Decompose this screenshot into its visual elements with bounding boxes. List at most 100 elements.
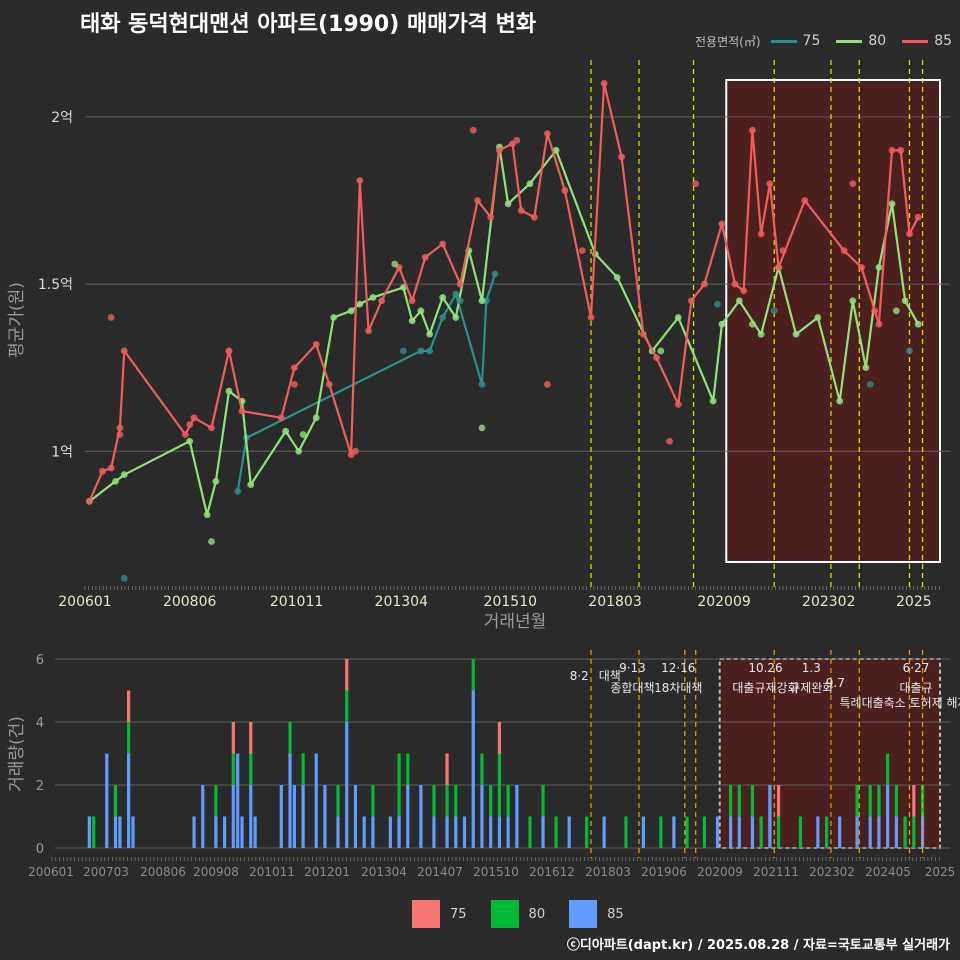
volume-bar — [750, 816, 755, 848]
volume-bar — [554, 816, 558, 848]
volume-bar — [201, 785, 205, 848]
volume-bar — [113, 785, 118, 817]
volume-bar — [737, 816, 741, 848]
volume-bar — [685, 816, 689, 848]
volume-bar — [776, 785, 781, 817]
series-point-85 — [639, 330, 647, 338]
volume-bar — [249, 722, 253, 754]
series-point-85 — [208, 424, 215, 432]
highlight-region — [725, 79, 941, 563]
series-point-85 — [561, 187, 569, 194]
series-point-80 — [914, 320, 922, 328]
volume-x-tick-label: 201803 — [585, 865, 631, 879]
volume-bar — [127, 753, 131, 848]
x-tick-label: 200601 — [58, 594, 111, 610]
volume-x-tick-label: 201612 — [529, 865, 575, 879]
annotation-date: 6·27 — [903, 661, 930, 675]
volume-bar — [214, 785, 218, 817]
volume-y-tick-label: 2 — [36, 779, 44, 794]
annotation-label: 대출규 — [899, 681, 932, 695]
series-point-80 — [112, 477, 119, 485]
series-point-80 — [862, 364, 870, 372]
series-point-85 — [749, 126, 756, 134]
volume-bar — [480, 753, 484, 785]
series-point-85 — [181, 431, 189, 438]
series-point-85 — [587, 314, 595, 321]
volume-bar — [231, 722, 235, 754]
volume-y-tick-label: 0 — [36, 842, 44, 857]
series-point-85 — [674, 401, 682, 408]
series-point-85 — [325, 380, 333, 388]
volume-bar — [445, 753, 449, 785]
legend-bot-label-80: 80 — [528, 906, 546, 922]
volume-bar — [131, 816, 135, 848]
volume-bar — [672, 816, 676, 848]
series-point-85 — [439, 240, 447, 248]
y-axis-title: 평균가(원) — [7, 282, 27, 358]
series-point-85 — [487, 213, 495, 221]
x-tick-label: 201803 — [588, 594, 641, 610]
series-point-80 — [504, 200, 512, 208]
series-point-75 — [417, 347, 425, 355]
volume-bar — [236, 753, 240, 848]
series-point-80 — [836, 397, 844, 405]
volume-bar — [397, 753, 401, 817]
scatter-point-85 — [107, 314, 115, 321]
volume-bar — [855, 785, 859, 817]
scatter-point-85 — [116, 431, 124, 438]
annotation-label: 특례대출축소 토허제 해제 — [839, 696, 960, 710]
annotation-date: 9.7 — [826, 676, 845, 690]
volume-bar — [737, 785, 741, 817]
annotation-date: 10.26 — [748, 661, 782, 675]
series-point-80 — [247, 481, 255, 489]
volume-bar — [824, 816, 829, 848]
volume-bar — [480, 785, 484, 848]
volume-bar — [419, 785, 423, 848]
series-point-85 — [618, 153, 625, 161]
volume-x-tick-label: 2025 — [925, 865, 956, 879]
series-point-75 — [426, 347, 434, 355]
volume-bar — [585, 816, 589, 848]
volume-x-tick-label: 200806 — [140, 865, 186, 879]
volume-bar — [868, 816, 872, 848]
series-point-75 — [234, 487, 242, 495]
volume-bar — [288, 753, 292, 848]
series-point-85 — [421, 253, 429, 261]
volume-bar — [602, 816, 606, 848]
series-point-85 — [914, 213, 922, 221]
series-point-80 — [417, 307, 425, 315]
x-tick-label: 201510 — [484, 594, 537, 610]
series-point-85 — [378, 297, 386, 305]
series-point-80 — [849, 297, 857, 305]
series-point-80 — [120, 471, 128, 479]
volume-bar — [231, 753, 235, 785]
series-point-85 — [775, 263, 782, 271]
series-point-85 — [99, 467, 106, 475]
volume-bar — [454, 785, 458, 817]
volume-bar — [659, 816, 663, 848]
series-point-75 — [478, 380, 486, 388]
volume-bar — [715, 816, 720, 848]
series-point-85 — [906, 230, 913, 238]
series-point-80 — [186, 437, 194, 445]
scatter-point-85 — [779, 247, 787, 255]
series-point-80 — [901, 297, 909, 305]
volume-x-tick-label: 202009 — [697, 865, 743, 879]
x-tick-label: 202009 — [697, 594, 750, 610]
volume-bar — [345, 722, 349, 848]
volume-bar — [336, 785, 340, 817]
volume-bar — [118, 816, 122, 848]
series-point-85 — [456, 280, 464, 288]
x-tick-label: 202302 — [802, 594, 855, 610]
volume-x-tick-label: 201906 — [641, 865, 687, 879]
volume-bar — [541, 816, 545, 848]
scatter-point-80 — [478, 424, 486, 432]
volume-bar — [406, 753, 410, 785]
series-point-85 — [530, 213, 538, 221]
volume-y-tick-label: 6 — [36, 653, 44, 668]
scatter-point-85 — [666, 437, 673, 445]
scatter-point-80 — [391, 260, 399, 268]
volume-bar — [432, 785, 436, 817]
y-tick-label: 1억 — [51, 444, 73, 460]
volume-bar — [506, 816, 510, 848]
